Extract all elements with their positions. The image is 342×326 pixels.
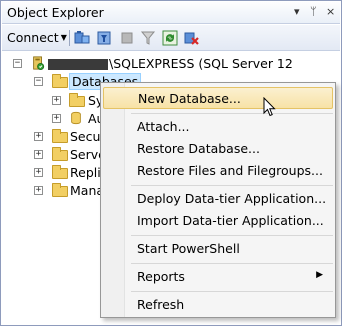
collapse-icon[interactable]: − — [34, 77, 43, 86]
menu-item-label: Reports — [137, 269, 185, 284]
toolbar-separator — [69, 30, 70, 46]
filter-icon[interactable] — [96, 30, 112, 46]
menu-item-label: Restore Database... — [137, 141, 260, 156]
collapse-icon[interactable]: − — [13, 59, 22, 68]
expand-icon[interactable]: + — [34, 168, 43, 177]
tree-node-server-objects[interactable]: + Server — [2, 146, 111, 164]
stop-icon[interactable] — [119, 30, 135, 46]
menu-item-label: Restore Files and Filegroups... — [137, 163, 323, 178]
tree-node-replication[interactable]: + Replic — [2, 164, 108, 182]
expand-icon[interactable]: + — [34, 132, 43, 141]
expand-icon[interactable]: + — [34, 186, 43, 195]
menu-item-refresh[interactable]: Refresh — [103, 294, 333, 316]
menu-item-deploy-data-tier[interactable]: Deploy Data-tier Application... — [103, 188, 333, 210]
folder-icon — [52, 147, 68, 161]
menu-item-attach[interactable]: Attach... — [103, 116, 333, 138]
filter-settings-icon[interactable] — [140, 30, 156, 46]
menu-separator — [131, 291, 333, 292]
disconnect-icon[interactable] — [184, 30, 200, 46]
menu-item-new-database[interactable]: New Database... — [103, 87, 333, 109]
tree-node-management[interactable]: + Mana — [2, 182, 105, 200]
folder-icon — [52, 165, 68, 179]
server-label: \SQLEXPRESS (SQL Server 12 — [109, 56, 293, 71]
context-menu: New Database... Attach... Restore Databa… — [100, 82, 336, 318]
menu-item-label: Attach... — [137, 119, 190, 134]
menu-item-restore-files[interactable]: Restore Files and Filegroups... — [103, 160, 333, 182]
panel-titlebar: Object Explorer ▾ ᛘ × — [2, 2, 340, 24]
server-icon — [33, 56, 45, 70]
redacted-server-name — [48, 59, 108, 70]
folder-icon — [52, 129, 68, 143]
menu-item-label: Refresh — [137, 297, 185, 312]
tree-node-security[interactable]: + Securi — [2, 128, 109, 146]
folder-icon — [52, 74, 68, 88]
database-icon — [71, 111, 81, 125]
management-label: Mana — [70, 183, 105, 198]
menu-item-label: New Database... — [138, 91, 241, 106]
tree-node-server[interactable]: − \SQLEXPRESS (SQL Server 12 — [2, 55, 340, 73]
connect-db-icon[interactable] — [74, 30, 90, 46]
menu-item-label: Deploy Data-tier Application... — [137, 191, 327, 206]
toolbar: Connect ▼ — [2, 25, 340, 51]
folder-icon — [69, 93, 85, 107]
menu-separator — [131, 113, 333, 114]
expand-icon[interactable]: + — [34, 150, 43, 159]
chevron-down-icon: ▼ — [60, 33, 67, 42]
refresh-icon[interactable] — [162, 30, 178, 46]
menu-item-restore-database[interactable]: Restore Database... — [103, 138, 333, 160]
menu-separator — [131, 263, 333, 264]
menu-separator — [131, 235, 333, 236]
menu-item-import-data-tier[interactable]: Import Data-tier Application... — [103, 210, 333, 232]
menu-item-start-powershell[interactable]: Start PowerShell — [103, 238, 333, 260]
expand-icon[interactable]: + — [52, 96, 61, 105]
menu-item-reports[interactable]: Reports ▶ — [103, 266, 333, 288]
mouse-pointer-icon — [263, 97, 276, 117]
menu-item-label: Start PowerShell — [137, 241, 240, 256]
pin-icon[interactable]: ᛘ — [310, 5, 317, 18]
panel-title: Object Explorer — [7, 5, 104, 20]
close-icon[interactable]: × — [326, 5, 335, 18]
menu-separator — [131, 185, 333, 186]
submenu-arrow-icon: ▶ — [316, 270, 323, 280]
menu-item-label: Import Data-tier Application... — [137, 213, 324, 228]
dropdown-icon[interactable]: ▾ — [294, 5, 300, 18]
folder-icon — [52, 183, 68, 197]
object-explorer-panel: Object Explorer ▾ ᛘ × Connect ▼ − \SQLEX… — [0, 0, 342, 326]
expand-icon[interactable]: + — [52, 114, 61, 123]
connect-label: Connect — [7, 30, 59, 45]
connect-button[interactable]: Connect ▼ — [7, 30, 67, 45]
